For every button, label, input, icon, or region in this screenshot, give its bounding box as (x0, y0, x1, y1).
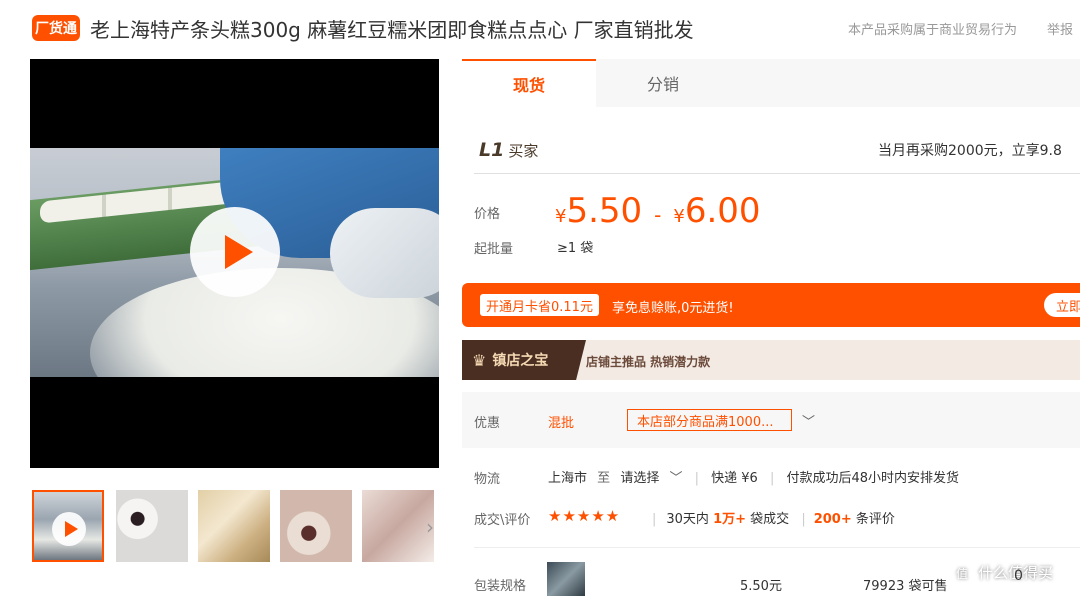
divider (474, 173, 1080, 174)
star-rating: ★★★★★ (548, 507, 621, 525)
reviews-suffix: 条评价 (855, 512, 895, 527)
currency-symbol: ¥ (673, 206, 685, 227)
deals-prefix: 30天内 (666, 512, 709, 527)
spec-thumbnail[interactable] (547, 562, 585, 596)
level-label: 买家 (508, 142, 539, 160)
deals-suffix: 袋成交 (750, 512, 790, 527)
price-range: ¥5.50- ¥6.00 (555, 191, 761, 231)
price-high: 6.00 (684, 191, 761, 231)
price-label: 价格 (474, 207, 501, 222)
store-tags: 店铺主推品 热销潜力款 (586, 355, 711, 369)
chevron-down-icon[interactable]: ﹀ (669, 471, 682, 486)
buyer-promo: 当月再采购2000元，立享9.8 (878, 143, 1062, 159)
divider (474, 547, 1080, 548)
watermark: 值什么值得买 (950, 562, 1053, 586)
open-now-button[interactable]: 立即 (1044, 293, 1080, 317)
trade-notice: 本产品采购属于商业贸易行为 (848, 23, 1018, 38)
logistics-info: 上海市 至 请选择 ﹀ | 快递 ¥6 | 付款成功后48小时内安排发货 (548, 467, 959, 486)
play-icon (52, 512, 86, 546)
play-button[interactable] (190, 207, 280, 297)
monthly-card-pill: 开通月卡省0.11元 (480, 294, 599, 316)
play-icon (225, 235, 253, 269)
quantity-stepper[interactable]: 0 (1014, 568, 1023, 584)
reviews-count[interactable]: 200+ (814, 512, 852, 527)
crown-icon: ♛ (472, 350, 487, 370)
logistics-label: 物流 (474, 472, 501, 487)
thumbnail-video[interactable] (32, 490, 104, 562)
currency-symbol: ¥ (555, 206, 567, 227)
coupon-tag[interactable]: 本店部分商品满1000... (627, 409, 792, 431)
price-dash: - (654, 203, 662, 227)
separator: | (694, 471, 700, 486)
factory-badge: 厂货通 (32, 15, 80, 41)
quantity-value[interactable]: 0 (1014, 568, 1023, 584)
ship-from: 上海市 (548, 471, 588, 486)
product-video[interactable] (30, 59, 439, 468)
report-link[interactable]: 举报 (1047, 19, 1073, 38)
spec-label: 包装规格 (474, 579, 527, 594)
chevron-down-icon[interactable]: ﹀ (802, 411, 815, 430)
thumbnail-3[interactable] (198, 490, 270, 562)
product-title: 老上海特产条头糕300g 麻薯红豆糯米团即食糕点点心 厂家直销批发 (90, 18, 694, 42)
dispatch-time: 付款成功后48小时内安排发货 (786, 471, 960, 486)
buyer-level: L1 买家 (479, 139, 538, 161)
tab-distribution[interactable]: 分销 (596, 59, 730, 107)
banner-text: 享免息赊账,0元进货! (612, 301, 734, 316)
thumbnail-4[interactable] (280, 490, 352, 562)
store-badge-label: 镇店之宝 (492, 353, 549, 369)
moq-value: ≥1 袋 (557, 241, 594, 256)
watermark-icon: 值 (950, 562, 974, 586)
deals-summary: | 30天内 1万+ 袋成交 | 200+ 条评价 (652, 508, 895, 527)
thumbnail-strip (32, 490, 444, 564)
tab-spot[interactable]: 现货 (462, 59, 596, 107)
express-fee: 快递 ¥6 (711, 471, 758, 486)
deals-count: 1万+ (713, 512, 747, 527)
chevron-right-icon[interactable]: › (426, 515, 434, 539)
thumbnail-5[interactable] (362, 490, 434, 562)
glove-hand (330, 208, 439, 298)
separator: | (801, 512, 806, 527)
spec-price: 5.50元 (740, 579, 782, 594)
ship-to-label: 至 (597, 471, 611, 486)
store-treasure-badge: ♛ 镇店之宝 (462, 340, 586, 380)
spec-stock: 79923 袋可售 (863, 579, 948, 594)
separator: | (652, 512, 657, 527)
separator: | (769, 471, 775, 486)
moq-label: 起批量 (474, 242, 514, 257)
rating-label: 成交\评价 (474, 513, 531, 528)
destination-select[interactable]: 请选择 (620, 471, 659, 486)
offers-label: 优惠 (474, 416, 501, 431)
price-low: 5.50 (566, 191, 643, 231)
thumbnail-2[interactable] (116, 490, 188, 562)
mix-batch-tag: 混批 (548, 416, 575, 431)
level-code: L1 (479, 139, 505, 161)
